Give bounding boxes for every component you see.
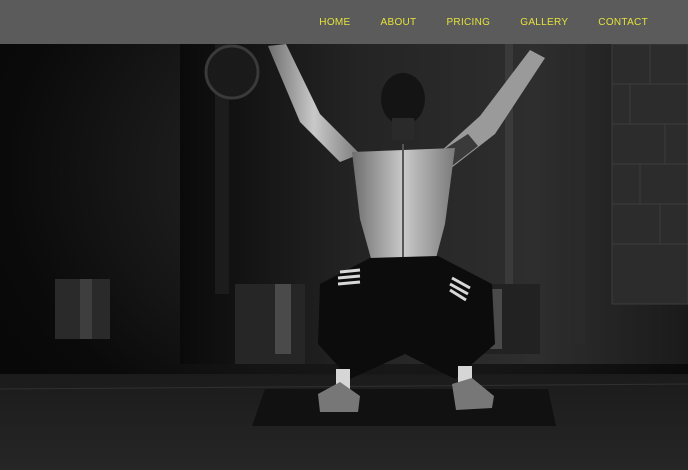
nav-item-pricing[interactable]: PRICING [446,17,490,28]
top-navbar: HOME ABOUT PRICING GALLERY CONTACT [0,0,688,44]
nav-item-contact[interactable]: CONTACT [598,17,648,28]
hero-image [0,44,688,470]
brick-wall [611,44,688,305]
bench [235,284,305,364]
nav-item-home[interactable]: HOME [319,17,350,28]
nav-item-gallery[interactable]: GALLERY [520,17,568,28]
hero-illustration [0,44,688,470]
exercise-mat [252,389,556,426]
weight-plate [204,44,260,100]
rack-pole [575,44,585,344]
nav-item-about[interactable]: ABOUT [381,17,417,28]
nav-menu: HOME ABOUT PRICING GALLERY CONTACT [289,0,648,44]
